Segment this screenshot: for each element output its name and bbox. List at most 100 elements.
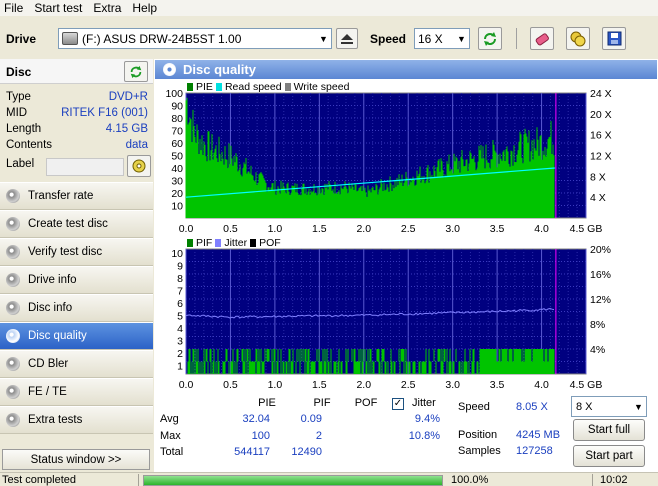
nav-item-cd-bler[interactable]: CD Bler — [0, 350, 153, 378]
y2-tick-label: 20 X — [590, 109, 612, 121]
disc-refresh-button[interactable] — [124, 61, 148, 82]
y-tick-label: 10 — [171, 248, 183, 260]
disc-mid-value: RITEK F16 (001) — [61, 107, 148, 119]
disc-type-row: Type DVD+R — [6, 91, 148, 107]
x-tick-label: 3.5 — [490, 379, 505, 391]
disc-label-button[interactable] — [127, 155, 151, 177]
nav-item-drive-info[interactable]: Drive info — [0, 266, 153, 294]
stats-max-label: Max — [160, 430, 181, 442]
chevron-down-icon[interactable]: ▼ — [316, 29, 331, 48]
start-part-button[interactable]: Start part — [573, 445, 645, 467]
x-tick-label: 2.0 — [356, 379, 371, 391]
pif-bars — [187, 361, 555, 374]
stats-max-pie: 100 — [251, 430, 270, 442]
jitter-checkbox[interactable]: ✓ — [392, 398, 404, 410]
refresh-icon — [130, 65, 142, 78]
benchmark-button[interactable] — [566, 27, 590, 50]
menu-file[interactable]: File — [0, 1, 30, 15]
stats-total-pif: 12490 — [291, 446, 322, 458]
y-tick-label: 5 — [177, 311, 183, 323]
y-tick-label: 7 — [177, 286, 183, 298]
menu-help[interactable]: Help — [128, 1, 164, 15]
x-tick-label: 1.0 — [268, 223, 283, 235]
x-tick-label: 2.5 — [401, 379, 416, 391]
speed-select-value: 16 X — [418, 31, 443, 46]
drive-icon — [62, 32, 78, 45]
disc-stack-icon — [570, 31, 586, 46]
stats-max-pif: 2 — [315, 430, 322, 442]
disc-contents-value: data — [125, 139, 148, 151]
nav-item-label: Disc quality — [28, 330, 87, 342]
y-tick-label: 20 — [171, 188, 183, 200]
y-tick-label: 10 — [171, 201, 183, 213]
stats-header-pie: PIE — [258, 397, 276, 409]
y-tick-label: 70 — [171, 126, 183, 138]
nav-item-disc-info[interactable]: Disc info — [0, 294, 153, 322]
disc-mid-row: MID RITEK F16 (001) — [6, 107, 148, 123]
status-window-button[interactable]: Status window >> — [2, 449, 150, 470]
nav-item-verify-test-disc[interactable]: Verify test disc — [0, 238, 153, 266]
drive-select[interactable]: (F:) ASUS DRW-24B5ST 1.00 ▼ — [58, 28, 332, 49]
y2-tick-label: 20% — [590, 245, 611, 256]
x-tick-label: 3.0 — [445, 379, 460, 391]
y-tick-label: 40 — [171, 163, 183, 175]
nav-item-label: CD Bler — [28, 358, 69, 370]
stats-header-jitter: Jitter — [412, 397, 436, 409]
menu-start-test[interactable]: Start test — [30, 1, 89, 15]
nav-item-fe-te[interactable]: FE / TE — [0, 378, 153, 406]
disc-quality-panel: Disc quality PIE Read speed Write speed … — [154, 59, 658, 472]
toolbar-separator — [516, 28, 517, 49]
stats-total-pie: 544117 — [234, 446, 270, 458]
save-button[interactable] — [602, 27, 626, 50]
nav-item-create-test-disc[interactable]: Create test disc — [0, 210, 153, 238]
speed-select[interactable]: 16 X ▼ — [414, 28, 470, 49]
x-tick-label: 2.0 — [356, 223, 371, 235]
disc-label-input[interactable] — [46, 158, 124, 176]
test-speed-select[interactable]: 8 X ▼ — [571, 396, 647, 417]
erase-button[interactable] — [530, 27, 554, 50]
disc-contents-row: Contents data — [6, 139, 148, 155]
disc-label-row: Label — [6, 155, 151, 178]
stats-position-value: 4245 MB — [516, 429, 561, 441]
y2-tick-label: 4 X — [590, 192, 606, 204]
disc-icon — [6, 329, 20, 343]
menu-extra[interactable]: Extra — [89, 1, 128, 15]
progress-bar — [143, 475, 443, 486]
x-tick-label: 3.0 — [445, 223, 460, 235]
x-tick-label: 4.0 — [534, 223, 549, 235]
disc-icon — [132, 159, 146, 173]
disc-icon — [6, 245, 20, 259]
nav-item-extra-tests[interactable]: Extra tests — [0, 406, 153, 434]
stats-avg-pie: 32.04 — [242, 413, 270, 425]
y-tick-label: 80 — [171, 113, 183, 125]
menu-bar: File Start test Extra Help — [0, 0, 658, 16]
y-tick-label: 3 — [177, 336, 183, 348]
progress-fill — [144, 476, 442, 485]
disc-length-key: Length — [6, 123, 42, 135]
status-divider — [138, 474, 139, 486]
stats-header-pof: POF — [354, 397, 378, 409]
drive-label: Drive — [6, 32, 37, 46]
stats-samples-label: Samples — [458, 445, 501, 457]
y-tick-label: 60 — [171, 138, 183, 150]
disc-icon — [6, 217, 20, 231]
nav-item-transfer-rate[interactable]: Transfer rate — [0, 182, 153, 210]
test-speed-value: 8 X — [576, 400, 593, 413]
nav-item-disc-quality[interactable]: Disc quality — [0, 322, 153, 350]
chevron-down-icon[interactable]: ▼ — [631, 397, 646, 416]
disc-contents-key: Contents — [6, 139, 53, 151]
stats-avg-label: Avg — [160, 413, 179, 425]
drive-select-value: (F:) ASUS DRW-24B5ST 1.00 — [82, 31, 242, 46]
chevron-down-icon[interactable]: ▼ — [454, 29, 469, 48]
speed-label: Speed — [370, 32, 407, 46]
refresh-speed-button[interactable] — [478, 27, 502, 50]
disc-length-value: 4.15 GB — [105, 123, 148, 135]
pie-chart: 100908070605040302010 24 X 20 X 16 X 12 X 8 X… — [165, 89, 612, 235]
eraser-icon — [535, 32, 549, 45]
start-full-button[interactable]: Start full — [573, 419, 645, 441]
eject-button[interactable] — [336, 28, 358, 49]
y-tick-label: 1 — [177, 361, 183, 373]
nav-item-label: Disc info — [28, 302, 73, 314]
nav-item-label: Create test disc — [28, 218, 108, 230]
y2-tick-label: 16% — [590, 269, 611, 281]
